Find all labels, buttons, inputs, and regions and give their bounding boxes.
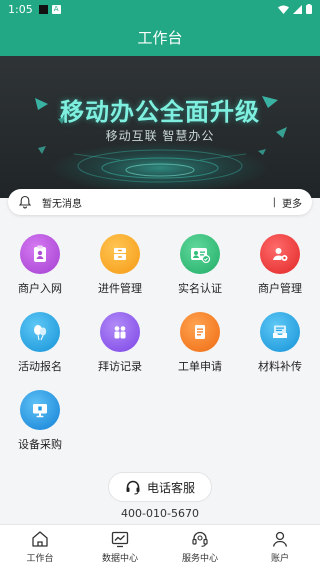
promo-banner[interactable]: 移动办公全面升级 移动互联 智慧办公	[0, 56, 320, 198]
grid-item-material-supplement[interactable]: 材料补传	[240, 306, 320, 376]
grid-item-label: 活动报名	[18, 360, 62, 373]
grid-item-label: 拜访记录	[98, 360, 142, 373]
person-gear-icon	[260, 234, 300, 274]
banner-headline: 移动办公全面升级	[60, 98, 260, 126]
status-bar: 1:05 A	[0, 0, 320, 18]
tab-label: 数据中心	[101, 554, 138, 564]
user-icon	[272, 531, 288, 547]
tab-data-center[interactable]: 数据中心	[80, 525, 160, 568]
phone-service-button[interactable]: 电话客服	[108, 472, 212, 502]
grid-item-label: 设备采购	[18, 438, 62, 451]
chart-icon	[111, 531, 129, 548]
app-header: 工作台	[0, 18, 320, 56]
headset-icon	[192, 531, 208, 547]
grid-item-event-registration[interactable]: 活动报名	[0, 306, 80, 376]
tab-account[interactable]: 账户	[240, 525, 320, 568]
battery-icon	[306, 4, 312, 14]
tab-label: 工作台	[26, 554, 54, 564]
people-icon	[100, 312, 140, 352]
notice-text: 暂无消息	[42, 198, 82, 210]
drawer-icon	[100, 234, 140, 274]
grid-item-equipment-purchase[interactable]: 设备采购	[0, 384, 80, 454]
signal-icon	[293, 4, 302, 14]
tab-service-center[interactable]: 服务中心	[160, 525, 240, 568]
more-label: 更多	[282, 198, 302, 210]
bell-icon	[18, 195, 32, 209]
grid-item-label: 工单申请	[178, 360, 222, 373]
monitor-icon	[20, 390, 60, 430]
grid-item-label: 商户管理	[258, 282, 302, 295]
upload-tray-icon	[260, 312, 300, 352]
balloons-icon	[20, 312, 60, 352]
app-badge-icon: A	[51, 4, 61, 14]
notification-icon	[38, 4, 48, 14]
grid-item-visit-records[interactable]: 拜访记录	[80, 306, 160, 376]
grid-item-merchant-onboarding[interactable]: 商户入网	[0, 228, 80, 298]
headset-icon	[126, 480, 140, 495]
notice-separator: |	[272, 196, 276, 208]
clipboard-person-icon	[20, 234, 60, 274]
tab-workbench[interactable]: 工作台	[0, 525, 80, 568]
wifi-icon	[278, 5, 289, 14]
grid-item-label: 进件管理	[98, 282, 142, 295]
id-card-icon	[180, 234, 220, 274]
grid-item-label: 商户入网	[18, 282, 62, 295]
grid-item-label: 实名认证	[178, 282, 222, 295]
phone-service-label: 电话客服	[146, 480, 195, 495]
phone-number[interactable]: 400-010-5670	[0, 507, 320, 520]
page-title: 工作台	[137, 28, 183, 47]
tab-label: 服务中心	[181, 554, 218, 564]
document-icon	[180, 312, 220, 352]
grid-item-ticket-application[interactable]: 工单申请	[160, 306, 240, 376]
more-link[interactable]: | 更多	[273, 195, 302, 210]
tab-label: 账户	[270, 554, 289, 564]
home-icon	[32, 531, 48, 547]
grid-item-label: 材料补传	[258, 360, 302, 373]
banner-subtitle: 移动互联 智慧办公	[105, 129, 215, 143]
notice-bar[interactable]: 暂无消息 | 更多	[8, 189, 312, 215]
grid-item-application-management[interactable]: 进件管理	[80, 228, 160, 298]
bottom-tab-bar: 工作台 数据中心 服务中心 账户	[0, 524, 320, 568]
grid-item-merchant-management[interactable]: 商户管理	[240, 228, 320, 298]
grid-item-real-name-verification[interactable]: 实名认证	[160, 228, 240, 298]
status-time: 1:05	[8, 2, 33, 16]
